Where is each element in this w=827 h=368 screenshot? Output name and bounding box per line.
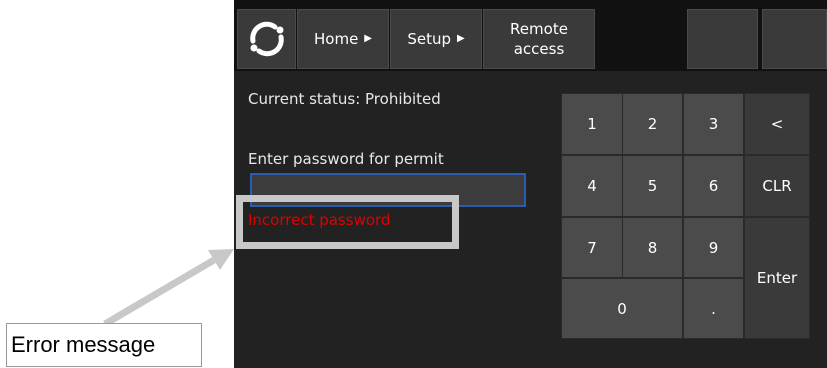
annotation-arrow-icon bbox=[103, 249, 234, 328]
annotation-label: Error message bbox=[6, 323, 202, 367]
